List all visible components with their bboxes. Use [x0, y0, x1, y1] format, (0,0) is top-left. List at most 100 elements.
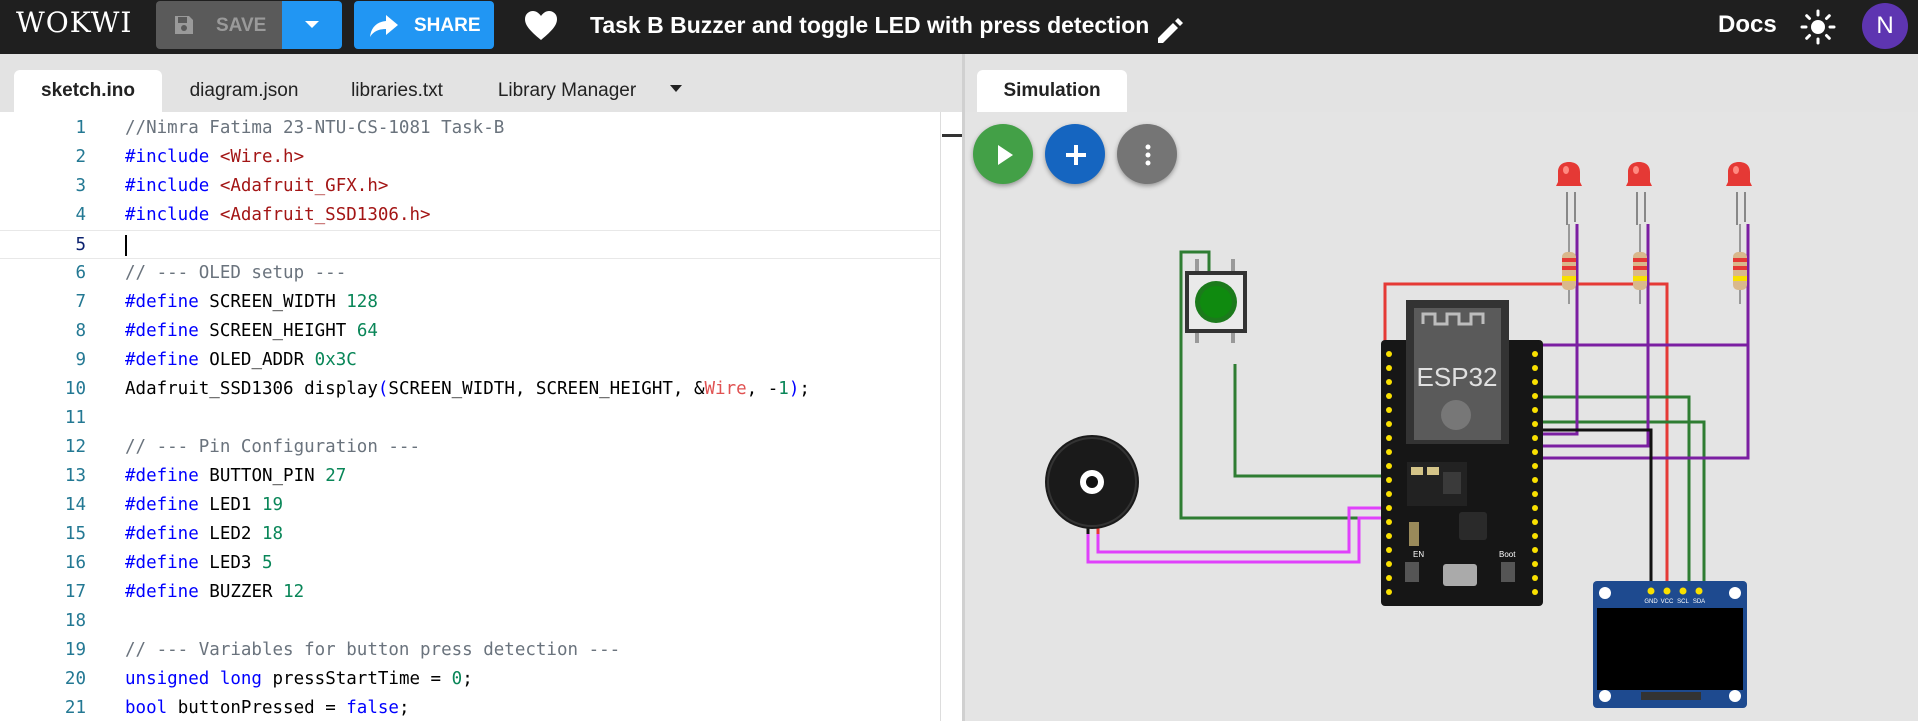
line-number: 19	[64, 640, 86, 660]
code-token: 128	[346, 292, 378, 312]
resistor-1[interactable]	[1562, 224, 1576, 304]
push-button[interactable]	[1185, 259, 1247, 343]
code-line[interactable]: 12 // --- Pin Configuration ---	[0, 433, 940, 462]
resistor-3[interactable]	[1733, 224, 1747, 304]
tab-library-manager[interactable]: Library Manager	[478, 70, 656, 112]
code-token: <Adafruit_GFX.h>	[219, 176, 389, 196]
code-token: false	[346, 698, 399, 718]
circuit-diagram: ESP32 EN Boot GND VCC SCL SDA	[1045, 162, 1752, 708]
simulation-canvas[interactable]: ESP32 EN Boot GND VCC SCL SDA	[965, 112, 1918, 721]
code-line[interactable]: 21 bool buttonPressed = false;	[0, 694, 940, 721]
wokwi-logo[interactable]: WOKWI	[16, 6, 133, 39]
code-line[interactable]: 3 #include <Adafruit_GFX.h>	[0, 172, 940, 201]
docs-link[interactable]: Docs	[1718, 11, 1777, 39]
tab-sketch-ino[interactable]: sketch.ino	[14, 70, 162, 112]
code-token: )	[788, 379, 800, 399]
code-token: 0	[451, 669, 463, 689]
code-token: LED1	[209, 495, 262, 515]
line-number: 17	[64, 582, 86, 602]
more-tabs-chevron-icon[interactable]	[668, 84, 684, 94]
led-red-2[interactable]	[1626, 162, 1652, 225]
code-token: #include	[125, 205, 220, 225]
line-number: 16	[64, 553, 86, 573]
code-line[interactable]: 1 //Nimra Fatima 23-NTU-CS-1081 Task-B	[0, 114, 940, 143]
save-button[interactable]: SAVE	[156, 1, 282, 49]
buzzer[interactable]	[1045, 435, 1139, 534]
wire-gnd-black[interactable]	[1542, 428, 1653, 589]
share-label: SHARE	[414, 15, 481, 36]
user-avatar[interactable]: N	[1862, 3, 1908, 49]
code-token: 0x3C	[314, 350, 357, 370]
code-token: LED2	[209, 524, 262, 544]
tab-simulation[interactable]: Simulation	[977, 70, 1127, 112]
project-title[interactable]: Task B Buzzer and toggle LED with press …	[590, 12, 1149, 39]
code-token: SCREEN_HEIGHT	[209, 321, 357, 341]
pencil-edit-icon[interactable]	[1154, 14, 1186, 46]
code-editor[interactable]: 21 bool buttonPressed = false; 20 unsigned …	[0, 112, 962, 721]
code-text: #define BUTTON_PIN 27	[125, 462, 346, 491]
tab-diagram-json[interactable]: diagram.json	[170, 70, 318, 112]
code-line[interactable]: 11	[0, 404, 940, 433]
code-token: Adafruit_SSD1306 display	[125, 379, 378, 399]
code-line[interactable]: 8 #define SCREEN_HEIGHT 64	[0, 317, 940, 346]
code-line[interactable]: 19 // --- Variables for button press dete…	[0, 636, 940, 665]
code-token: ;	[398, 698, 410, 718]
code-line[interactable]: 9 #define OLED_ADDR 0x3C	[0, 346, 940, 375]
code-text: #include <Adafruit_SSD1306.h>	[125, 201, 431, 230]
code-text: #define LED3 5	[125, 549, 273, 578]
code-token: //Nimra Fatima 23-NTU-CS-1081 Task-B	[125, 118, 505, 138]
line-number: 12	[64, 437, 86, 457]
heart-icon[interactable]	[524, 10, 558, 42]
save-options-dropdown[interactable]	[282, 1, 342, 49]
code-line[interactable]: 14 #define LED1 19	[0, 491, 940, 520]
code-line[interactable]: 13 #define BUTTON_PIN 27	[0, 462, 940, 491]
code-text: // --- OLED setup ---	[125, 259, 346, 288]
oled-pin-scl: SCL	[1677, 599, 1689, 605]
boot-button-label: Boot	[1499, 550, 1516, 559]
editor-pane: sketch.ino diagram.json libraries.txt Li…	[0, 54, 962, 721]
code-line[interactable]: 15 #define LED2 18	[0, 520, 940, 549]
code-token: #define	[125, 292, 210, 312]
code-text: unsigned long pressStartTime = 0;	[125, 665, 473, 694]
line-number: 14	[64, 495, 86, 515]
code-line[interactable]: 17 #define BUZZER 12	[0, 578, 940, 607]
wire-buzzer-pink[interactable]	[1096, 506, 1385, 554]
wire-led2-purple[interactable]	[1542, 224, 1650, 448]
code-line[interactable]: 6 // --- OLED setup ---	[0, 259, 940, 288]
code-token: 27	[325, 466, 347, 486]
code-token: 64	[356, 321, 378, 341]
oled-display[interactable]: GND VCC SCL SDA	[1593, 581, 1747, 708]
esp32-board[interactable]: ESP32 EN Boot	[1381, 300, 1543, 606]
theme-toggle-sun-icon[interactable]	[1800, 9, 1836, 45]
code-line[interactable]: 4 #include <Adafruit_SSD1306.h>	[0, 201, 940, 230]
code-line[interactable]: 16 #define LED3 5	[0, 549, 940, 578]
en-button-label: EN	[1413, 550, 1424, 559]
code-line[interactable]: 5	[0, 230, 940, 259]
code-line[interactable]: 18	[0, 607, 940, 636]
code-token: bool	[125, 698, 178, 718]
share-button[interactable]: SHARE	[354, 1, 494, 49]
tab-libraries-txt[interactable]: libraries.txt	[328, 70, 466, 112]
led-red-3[interactable]	[1726, 162, 1752, 225]
line-number: 6	[75, 263, 86, 283]
editor-tabs: sketch.ino diagram.json libraries.txt Li…	[0, 54, 962, 112]
code-text: #define SCREEN_WIDTH 128	[125, 288, 378, 317]
code-token: #include	[125, 147, 220, 167]
code-line[interactable]: 7 #define SCREEN_WIDTH 128	[0, 288, 940, 317]
code-token: 18	[261, 524, 284, 544]
code-line[interactable]: 10 Adafruit_SSD1306 display(SCREEN_WIDTH,…	[0, 375, 940, 404]
chevron-down-icon	[305, 21, 319, 28]
wire-button-green[interactable]	[1233, 364, 1385, 478]
code-token: BUTTON_PIN	[209, 466, 326, 486]
code-line[interactable]: 20 unsigned long pressStartTime = 0;	[0, 665, 940, 694]
code-line[interactable]: 2 #include <Wire.h>	[0, 143, 940, 172]
code-token: (	[377, 379, 389, 399]
code-text: #define LED2 18	[125, 520, 283, 549]
resistor-2[interactable]	[1633, 224, 1647, 304]
led-red-1[interactable]	[1556, 162, 1582, 225]
code-token: ;	[799, 379, 810, 399]
line-number: 9	[75, 350, 86, 370]
wire-buzzer-gnd-pink[interactable]	[1086, 516, 1385, 564]
editor-scrollbar[interactable]	[940, 112, 962, 721]
code-token: <Adafruit_SSD1306.h>	[219, 205, 431, 225]
